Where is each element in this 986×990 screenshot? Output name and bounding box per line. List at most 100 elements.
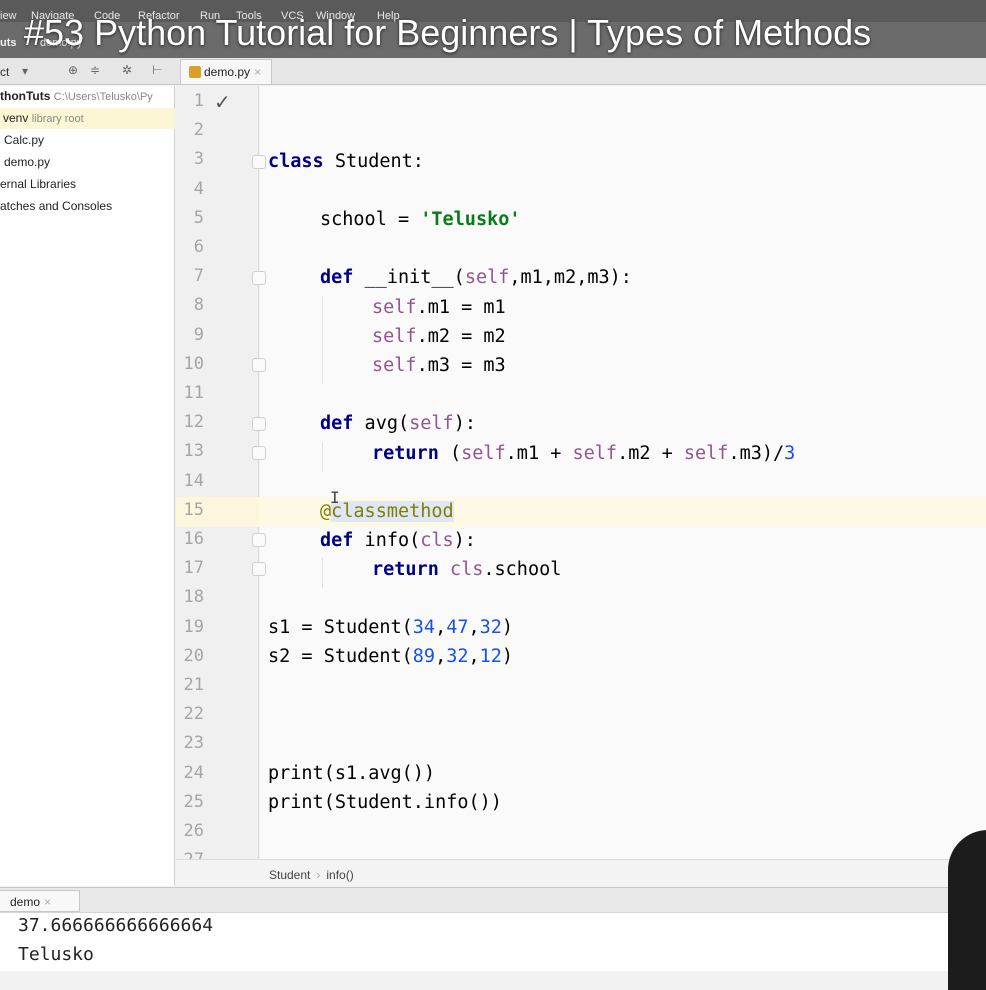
code-line-16: def info(cls):: [320, 530, 476, 551]
hide-icon[interactable]: ⊢: [152, 63, 162, 77]
fold-marker[interactable]: [252, 271, 266, 285]
self-ref: self: [572, 443, 618, 464]
locate-icon[interactable]: ⊕: [68, 63, 78, 77]
indent-guide: [322, 296, 323, 384]
line-number: 13: [183, 441, 204, 462]
line-number: 2: [193, 120, 204, 141]
breadcrumb: Student › info(): [176, 859, 986, 887]
function-name: info(: [353, 530, 421, 551]
code-line-7: def __init__(self,m1,m2,m3):: [320, 267, 632, 288]
line-number: 25: [183, 791, 204, 812]
cls-ref: cls: [449, 559, 484, 580]
fold-marker[interactable]: [252, 417, 266, 431]
tree-item-label: demo.py: [4, 155, 51, 169]
line-number: 12: [183, 412, 204, 433]
gear-icon[interactable]: ✲: [122, 63, 132, 77]
nav-crumb-project[interactable]: uts: [0, 37, 17, 49]
tree-item-label: atches and Consoles: [0, 199, 113, 213]
line-number: 6: [193, 237, 204, 257]
tree-item-scratches[interactable]: atches and Consoles: [0, 196, 175, 217]
self-ref: self: [683, 443, 729, 464]
venv-tag: library root: [31, 113, 84, 125]
run-tab-demo[interactable]: demo ×: [0, 890, 80, 912]
tree-item-external-libraries[interactable]: ernal Libraries: [0, 174, 175, 195]
keyword-return: return: [372, 559, 439, 580]
string-literal: 'Telusko': [420, 209, 521, 230]
line-number: 15: [183, 499, 204, 520]
line-number: 23: [183, 733, 204, 754]
fold-marker[interactable]: [252, 155, 266, 169]
code-line-20: s2 = Student(89,32,12): [268, 646, 513, 667]
python-file-icon: [189, 66, 201, 78]
line-number: 16: [183, 529, 204, 549]
function-name: __init__(: [353, 267, 465, 288]
line-number: 11: [183, 383, 204, 403]
project-panel: thonTuts C:\Users\Telusko\Py venv librar…: [0, 86, 175, 886]
breadcrumb-method[interactable]: info(): [326, 868, 353, 882]
venv-label: venv: [3, 111, 29, 125]
fold-marker[interactable]: [252, 562, 266, 576]
tree-item-calc[interactable]: Calc.py: [0, 130, 175, 151]
function-name: avg(: [353, 413, 410, 434]
line-number: 22: [183, 704, 204, 725]
line-number: 9: [193, 324, 204, 345]
punctuation: ): [501, 646, 514, 667]
run-console[interactable]: 37.666666666666664 Telusko: [0, 913, 986, 971]
number-literal: 47: [446, 617, 469, 638]
text-cursor-icon: I: [330, 488, 340, 507]
tree-root[interactable]: thonTuts C:\Users\Telusko\Py: [0, 86, 175, 107]
console-output-line: Telusko: [18, 944, 94, 965]
self-param: self: [464, 267, 510, 288]
tree-item-label: Calc.py: [4, 133, 45, 147]
line-number: 19: [183, 616, 204, 637]
expression: .m3)/: [728, 443, 785, 464]
code-line-25: print(Student.info()): [268, 792, 502, 813]
tree-item-demo[interactable]: demo.py: [0, 152, 175, 173]
punctuation: ): [501, 617, 514, 638]
line-number: 5: [193, 207, 204, 228]
project-view-label[interactable]: ct: [0, 65, 9, 79]
close-icon[interactable]: ×: [254, 65, 261, 79]
code-line-19: s1 = Student(34,47,32): [268, 617, 513, 638]
tree-item-venv[interactable]: venv library root: [0, 108, 175, 129]
line-number: 21: [183, 675, 204, 695]
line-number: 4: [193, 178, 204, 199]
number-literal: 89: [412, 646, 436, 667]
line-number: 14: [183, 470, 204, 491]
assignment: s2 = Student(: [268, 646, 413, 667]
code-line-12: def avg(self):: [320, 413, 476, 434]
comma: ,: [468, 617, 480, 638]
line-number: 20: [183, 645, 204, 666]
checkmark-icon: ✓: [214, 92, 231, 114]
fold-marker[interactable]: [252, 533, 266, 547]
code-editor[interactable]: [260, 86, 986, 859]
line-number: 3: [193, 149, 204, 170]
comma: ,: [435, 646, 447, 667]
self-ref: self: [372, 326, 417, 347]
fold-marker[interactable]: [252, 446, 266, 460]
chevron-down-icon[interactable]: ▾: [22, 64, 28, 78]
indent-guide: [322, 442, 323, 472]
fold-marker[interactable]: [252, 358, 266, 372]
number-literal: 34: [412, 617, 436, 638]
punctuation: ):: [453, 530, 476, 551]
code-line-24: print(s1.avg()): [268, 763, 436, 784]
code-line-10: self.m3 = m3: [372, 355, 506, 376]
close-icon[interactable]: ×: [44, 895, 51, 909]
tool-window-bar: ct ▾ ⊕ ≑ ✲ ⊢ demo.py ×: [0, 58, 986, 85]
self-ref: self: [372, 355, 417, 376]
editor-tab-demo[interactable]: demo.py ×: [180, 59, 272, 84]
code-line-13: return (self.m1 + self.m2 + self.m3)/3: [372, 443, 795, 464]
project-toolbar: ct ▾ ⊕ ≑ ✲ ⊢: [0, 58, 175, 85]
video-title-overlay: #53 Python Tutorial for Beginners | Type…: [24, 12, 872, 53]
line-number: 1: [193, 91, 204, 111]
current-line-highlight: [176, 497, 986, 527]
number-literal: 12: [479, 646, 502, 667]
run-tab-label: demo: [10, 895, 41, 909]
collapse-icon[interactable]: ≑: [90, 63, 100, 77]
code-line-5: school = 'Telusko': [320, 209, 521, 230]
breadcrumb-class[interactable]: Student: [269, 868, 310, 882]
menu-view[interactable]: iew: [0, 10, 17, 22]
chevron-right-icon: ›: [316, 868, 321, 882]
code-line-17: return ( cls.school: [372, 559, 561, 580]
